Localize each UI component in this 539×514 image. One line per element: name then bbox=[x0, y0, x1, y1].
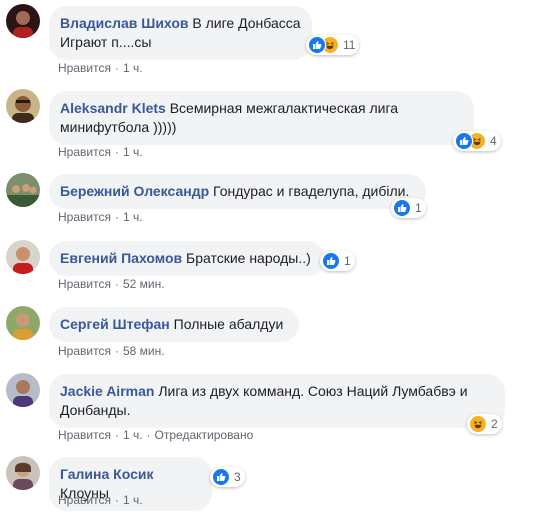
comment-bubble: Евгений Пахомов Братские народы..) bbox=[49, 241, 325, 276]
reaction-count: 1 bbox=[415, 201, 422, 215]
comment-author[interactable]: Галина Косик bbox=[60, 466, 153, 482]
like-icon bbox=[455, 132, 473, 150]
avatar[interactable] bbox=[6, 89, 40, 123]
comment-author[interactable]: Владислав Шихов bbox=[60, 15, 189, 31]
comment-meta: Нравится · 1 ч. bbox=[58, 492, 143, 508]
reactions-summary[interactable]: 2 bbox=[467, 414, 502, 434]
comment-text: Гондурас и гваделупа, дибіли. bbox=[213, 183, 410, 199]
comment-time[interactable]: 1 ч. bbox=[123, 210, 143, 224]
comment-author[interactable]: Jackie Airman bbox=[60, 383, 154, 399]
comment-author[interactable]: Евгений Пахомов bbox=[60, 250, 182, 266]
comment-text: Полные абалдуи bbox=[173, 316, 284, 332]
comment-bubble: Aleksandr Klets Всемирная межгалактическ… bbox=[49, 91, 474, 145]
reaction-count: 2 bbox=[491, 417, 498, 431]
reactions-summary[interactable]: 4 bbox=[453, 131, 501, 151]
comment-meta: Нравится · 1 ч. bbox=[58, 209, 143, 225]
comment-bubble: Владислав Шихов В лиге Донбасса Играют п… bbox=[49, 6, 312, 60]
avatar[interactable] bbox=[6, 456, 40, 490]
comment-time[interactable]: 58 мин. bbox=[123, 344, 165, 358]
avatar[interactable] bbox=[6, 373, 40, 407]
like-icon bbox=[322, 252, 340, 270]
like-link[interactable]: Нравится bbox=[58, 428, 111, 442]
like-link[interactable]: Нравится bbox=[58, 493, 111, 507]
avatar[interactable] bbox=[6, 4, 40, 38]
like-icon bbox=[212, 468, 230, 486]
comment-bubble: Бережний Олександр Гондурас и гваделупа,… bbox=[49, 174, 426, 209]
comment-time[interactable]: 52 мин. bbox=[123, 277, 165, 291]
reactions-summary[interactable]: 1 bbox=[320, 251, 355, 271]
separator: · bbox=[114, 493, 119, 507]
like-link[interactable]: Нравится bbox=[58, 344, 111, 358]
edited-label[interactable]: Отредактировано bbox=[155, 428, 254, 442]
comment-time[interactable]: 1 ч. bbox=[123, 145, 143, 159]
separator: · bbox=[114, 428, 119, 442]
separator: · bbox=[114, 277, 119, 291]
like-link[interactable]: Нравится bbox=[58, 277, 111, 291]
comment-author[interactable]: Сергей Штефан bbox=[60, 316, 170, 332]
comment-meta: Нравится · 1 ч. bbox=[58, 144, 143, 160]
like-icon bbox=[308, 36, 326, 54]
reactions-summary[interactable]: 11 bbox=[306, 35, 360, 55]
like-icon bbox=[393, 199, 411, 217]
like-link[interactable]: Нравится bbox=[58, 61, 111, 75]
like-link[interactable]: Нравится bbox=[58, 145, 111, 159]
like-link[interactable]: Нравится bbox=[58, 210, 111, 224]
separator: · bbox=[114, 61, 119, 75]
comment-meta: Нравится · 58 мин. bbox=[58, 343, 165, 359]
comment-meta: Нравится · 1 ч. · Отредактировано bbox=[58, 427, 253, 443]
avatar[interactable] bbox=[6, 240, 40, 274]
reactions-summary[interactable]: 3 bbox=[210, 467, 245, 487]
reactions-summary[interactable]: 1 bbox=[391, 198, 426, 218]
reaction-count: 11 bbox=[343, 38, 356, 52]
comment-meta: Нравится · 1 ч. bbox=[58, 60, 143, 76]
reaction-count: 4 bbox=[490, 134, 497, 148]
comment-bubble: Jackie Airman Лига из двух комманд. Союз… bbox=[49, 374, 505, 428]
avatar[interactable] bbox=[6, 173, 40, 207]
comment-bubble: Сергей Штефан Полные абалдуи bbox=[49, 307, 299, 342]
comment-time[interactable]: 1 ч. bbox=[123, 61, 143, 75]
reaction-count: 3 bbox=[234, 470, 241, 484]
haha-icon bbox=[469, 415, 487, 433]
separator: · bbox=[114, 210, 119, 224]
reaction-count: 1 bbox=[344, 254, 351, 268]
comment-time[interactable]: 1 ч. bbox=[123, 428, 143, 442]
comment-time[interactable]: 1 ч. bbox=[123, 493, 143, 507]
comment-meta: Нравится · 52 мин. bbox=[58, 276, 165, 292]
comment-author[interactable]: Aleksandr Klets bbox=[60, 100, 166, 116]
separator: · bbox=[114, 344, 119, 358]
separator: · bbox=[114, 145, 119, 159]
comment-text: Братские народы..) bbox=[186, 250, 311, 266]
avatar[interactable] bbox=[6, 306, 40, 340]
comment-author[interactable]: Бережний Олександр bbox=[60, 183, 209, 199]
separator: · bbox=[146, 428, 151, 442]
